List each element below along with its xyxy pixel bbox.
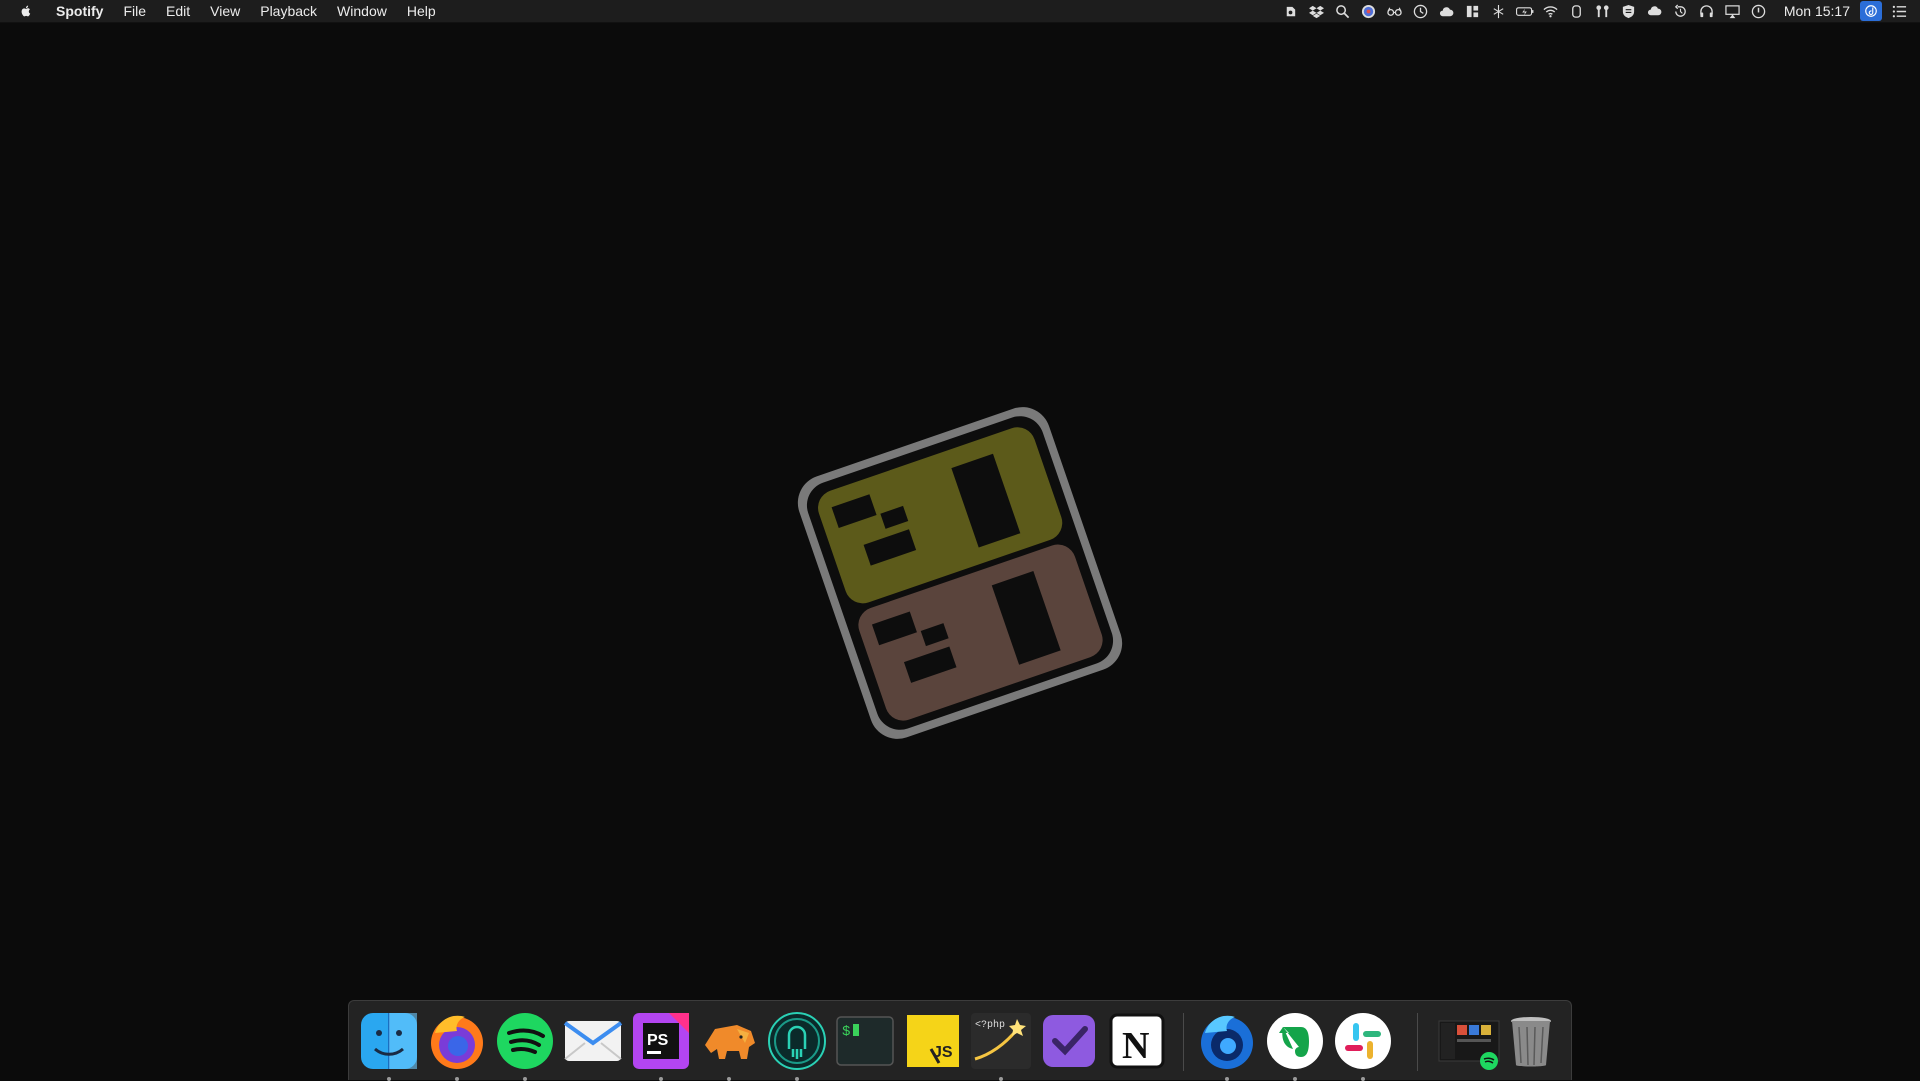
dock-item-phpstorm[interactable]: PS — [629, 1009, 693, 1081]
icloud-icon[interactable] — [1645, 0, 1665, 22]
desktop[interactable] — [0, 23, 1920, 1000]
cylinder-icon[interactable] — [1567, 0, 1587, 22]
shield-icon[interactable] — [1619, 0, 1639, 22]
dock-item-spotify-window[interactable] — [1437, 1009, 1501, 1073]
dock-item-gitkraken[interactable] — [765, 1009, 829, 1081]
dock-separator — [1417, 1013, 1418, 1071]
gitkraken-icon — [768, 1012, 826, 1070]
spotify-window-thumbnail-icon — [1438, 1020, 1500, 1070]
dock-item-firefox[interactable] — [425, 1009, 489, 1081]
search-icon[interactable] — [1333, 0, 1353, 22]
tinkerwell-icon: <?php — [971, 1013, 1031, 1069]
dock-item-tinkerwell[interactable]: <?php — [969, 1009, 1033, 1081]
dock: PS $ JS <?php N — [348, 1000, 1572, 1081]
time-machine-icon[interactable] — [1671, 0, 1691, 22]
scissors-icon[interactable] — [1489, 0, 1509, 22]
dock-item-finder[interactable] — [357, 1009, 421, 1081]
svg-text:$: $ — [842, 1024, 850, 1040]
finder-icon — [361, 1013, 417, 1069]
glasses-icon[interactable] — [1385, 0, 1405, 22]
evernote-icon — [1267, 1013, 1323, 1069]
wallpaper-2020-logo — [790, 383, 1130, 763]
dock-item-notion[interactable]: N — [1105, 1009, 1169, 1073]
color-picker-icon[interactable] — [1359, 0, 1379, 22]
dock-item-slack[interactable] — [1331, 1009, 1395, 1081]
menu-help[interactable]: Help — [397, 0, 446, 22]
dropbox-icon[interactable] — [1307, 0, 1327, 22]
menu-playback[interactable]: Playback — [250, 0, 327, 22]
dock-separator — [1183, 1013, 1184, 1071]
battery-icon — [1515, 0, 1535, 22]
running-indicator — [1293, 1077, 1297, 1081]
terminal-icon: $ — [836, 1016, 894, 1066]
spotify-icon — [497, 1013, 553, 1069]
menu-bar-left: Spotify File Edit View Playback Window H… — [0, 0, 446, 22]
trash-icon — [1511, 1017, 1551, 1067]
mail-icon — [563, 1021, 623, 1061]
running-indicator — [727, 1077, 731, 1081]
slack-icon — [1335, 1013, 1391, 1069]
airplay-icon[interactable] — [1723, 0, 1743, 22]
running-indicator — [659, 1077, 663, 1081]
grid-icon[interactable] — [1463, 0, 1483, 22]
menu-file[interactable]: File — [113, 0, 156, 22]
dock-item-evernote[interactable] — [1263, 1009, 1327, 1081]
running-indicator — [455, 1077, 459, 1081]
menu-bar-clock[interactable]: Mon 15:17 — [1784, 3, 1850, 19]
menu-view[interactable]: View — [200, 0, 250, 22]
siri-icon[interactable] — [1860, 1, 1882, 21]
notion-icon: N — [1109, 1013, 1165, 1069]
dock-item-trash[interactable] — [1499, 1009, 1563, 1073]
running-indicator — [999, 1077, 1003, 1081]
runjs-icon: JS — [907, 1015, 959, 1067]
power-icon[interactable] — [1749, 0, 1769, 22]
menu-bar-status-area: Mon 15:17 — [1278, 0, 1920, 22]
phpstorm-icon: PS — [633, 1013, 689, 1069]
dock-item-spotify[interactable] — [493, 1009, 557, 1081]
headphones-icon[interactable] — [1697, 0, 1717, 22]
apple-logo-icon[interactable] — [16, 0, 36, 22]
firefox-icon — [431, 1015, 483, 1069]
svg-text:<?php: <?php — [975, 1019, 1005, 1031]
running-indicator — [523, 1077, 527, 1081]
running-indicator — [1225, 1077, 1229, 1081]
dock-item-firefox-developer[interactable] — [1195, 1009, 1259, 1081]
airpods-icon[interactable] — [1593, 0, 1613, 22]
menu-edit[interactable]: Edit — [156, 0, 200, 22]
omnifocus-icon — [1043, 1015, 1095, 1067]
dock-item-mail[interactable] — [561, 1009, 625, 1073]
evernote-helper-icon[interactable] — [1281, 0, 1301, 22]
notification-center-icon[interactable] — [1888, 0, 1910, 22]
running-indicator — [387, 1077, 391, 1081]
svg-text:PS: PS — [647, 1032, 669, 1049]
firefox-developer-icon — [1201, 1015, 1253, 1069]
dock-item-tableplus[interactable] — [697, 1009, 761, 1081]
tableplus-elephant-icon — [705, 1025, 755, 1059]
running-indicator — [795, 1077, 799, 1081]
running-indicator — [1361, 1077, 1365, 1081]
cloud-icon[interactable] — [1437, 0, 1457, 22]
svg-text:JS: JS — [933, 1044, 953, 1061]
wifi-icon[interactable] — [1541, 0, 1561, 22]
app-menu-spotify[interactable]: Spotify — [48, 0, 113, 22]
menu-bar: Spotify File Edit View Playback Window H… — [0, 0, 1920, 23]
svg-text:N: N — [1122, 1025, 1149, 1067]
clock-icon[interactable] — [1411, 0, 1431, 22]
dock-item-omnifocus[interactable] — [1037, 1009, 1101, 1073]
dock-item-runjs[interactable]: JS — [901, 1009, 965, 1073]
menu-window[interactable]: Window — [327, 0, 397, 22]
dock-item-terminal[interactable]: $ — [833, 1009, 897, 1073]
